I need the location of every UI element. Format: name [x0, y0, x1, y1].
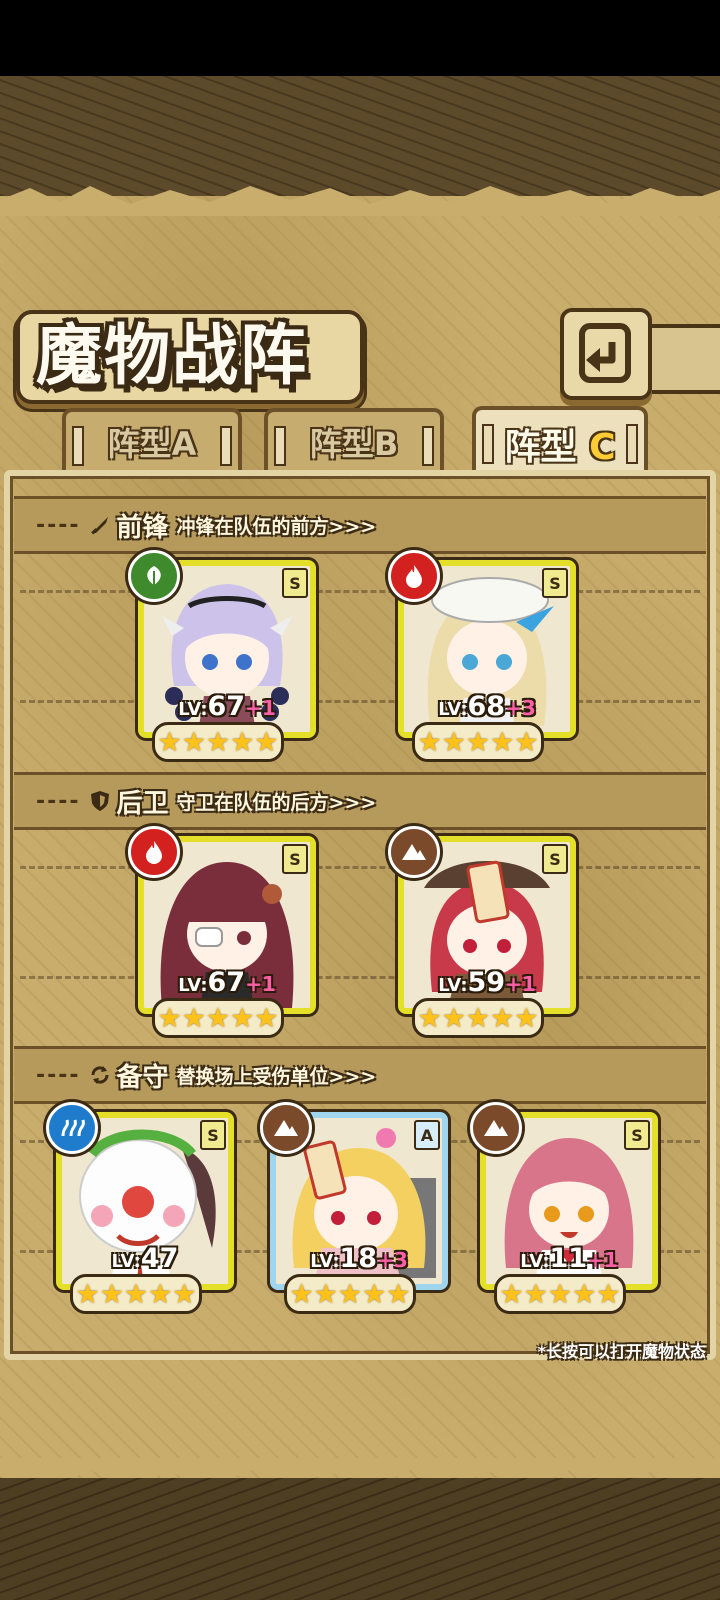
page-title: 魔物战阵 [36, 316, 308, 394]
earth-icon [260, 1102, 312, 1154]
section-title: 后卫 [116, 788, 169, 819]
star-rating: ★★★★★ [412, 722, 544, 762]
star-rating: ★★★★★ [494, 1274, 626, 1314]
water-icon [46, 1102, 98, 1154]
section-rearguard: ---- 后卫 守卫在队伍的后方>>> [14, 772, 706, 830]
section-description: 替换场上受伤单位>>> [176, 1065, 377, 1088]
top-map-band [0, 76, 720, 196]
unit-level: LV:67+1 [178, 691, 276, 722]
unit-level: LV:18+3 [310, 1243, 408, 1274]
tab-label: 阵型 [107, 425, 172, 463]
unit-level: LV:59+1 [438, 967, 536, 998]
section-description: 冲锋在队伍的前方>>> [176, 515, 377, 538]
earth-icon [388, 826, 440, 878]
rank-badge: S [282, 568, 308, 598]
torn-edge-top [0, 186, 720, 216]
tab-label: 阵型 [309, 425, 374, 463]
unit-level: LV:11+1 [520, 1243, 618, 1274]
tab-formation-a[interactable]: 阵型A [62, 408, 242, 472]
rank-badge: S [200, 1120, 226, 1150]
tab-letter: A [171, 425, 197, 463]
back-button-rail [640, 324, 720, 394]
section-description: 守卫在队伍的后方>>> [176, 791, 377, 814]
shield-icon [87, 788, 113, 814]
status-bar [0, 0, 720, 76]
section-vanguard: ---- 前锋 冲锋在队伍的前方>>> [14, 496, 706, 554]
fire-icon [388, 550, 440, 602]
leaf-icon [128, 550, 180, 602]
section-reserve: ---- 备守 替换场上受伤单位>>> [14, 1046, 706, 1104]
tab-letter: C [589, 427, 616, 468]
star-rating: ★★★★★ [284, 1274, 416, 1314]
unit-level: LV:68+3 [438, 691, 536, 722]
rank-badge: S [542, 844, 568, 874]
sword-icon [87, 512, 113, 538]
long-press-hint: *长按可以打开魔物状态 [537, 1342, 706, 1361]
tab-label: 阵型 [504, 427, 577, 468]
star-rating: ★★★★★ [70, 1274, 202, 1314]
rank-badge: S [624, 1120, 650, 1150]
earth-icon [470, 1102, 522, 1154]
star-rating: ★★★★★ [152, 998, 284, 1038]
back-button[interactable] [560, 308, 652, 400]
tab-formation-c[interactable]: 阵型 C [472, 406, 648, 478]
star-rating: ★★★★★ [152, 722, 284, 762]
section-title: 前锋 [116, 512, 169, 543]
section-title: 备守 [116, 1062, 169, 1093]
unit-level: LV:67+1 [178, 967, 276, 998]
back-arrow-icon [579, 323, 631, 383]
rank-badge: S [542, 568, 568, 598]
tab-formation-b[interactable]: 阵型B [264, 408, 444, 472]
tab-letter: B [373, 425, 399, 463]
star-rating: ★★★★★ [412, 998, 544, 1038]
bottom-map-band [0, 1478, 720, 1600]
unit-level: LV:47 [111, 1243, 179, 1274]
fire-icon [128, 826, 180, 878]
rank-badge: S [282, 844, 308, 874]
rank-badge: A [414, 1120, 440, 1150]
swap-icon [87, 1062, 113, 1088]
